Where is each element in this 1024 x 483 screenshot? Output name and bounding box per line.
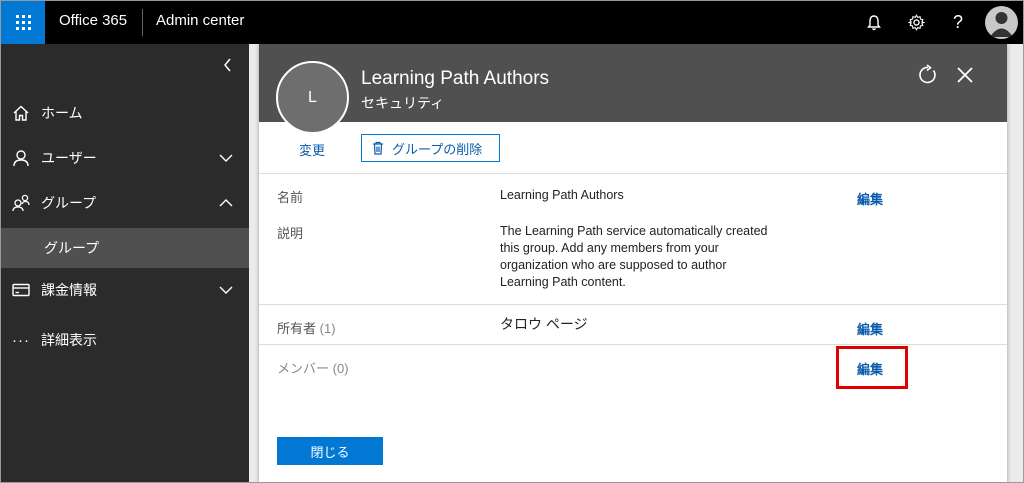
top-bar: Office 365 Admin center ? xyxy=(1,1,1023,44)
user-icon xyxy=(1,149,41,167)
close-button[interactable]: 閉じる xyxy=(277,437,383,465)
description-value: The Learning Path service automatically … xyxy=(500,223,768,291)
description-line: this group. Add any members from your xyxy=(500,241,719,255)
delete-group-label: グループの削除 xyxy=(392,141,483,157)
name-label: 名前 xyxy=(277,190,304,205)
owners-value: タロウ ページ xyxy=(500,316,588,332)
chevron-down-icon xyxy=(219,286,233,294)
sidebar-item-show-more[interactable]: ··· 詳細表示 xyxy=(1,318,249,362)
members-label: メンバー (0) xyxy=(277,358,349,377)
sidebar-item-label: 詳細表示 xyxy=(41,332,97,348)
app-launcher-icon[interactable] xyxy=(1,1,45,44)
trash-icon xyxy=(373,141,383,155)
refresh-icon[interactable] xyxy=(917,64,939,86)
members-count: (0) xyxy=(332,361,349,376)
panel-title: Learning Path Authors xyxy=(361,68,550,89)
user-avatar-icon[interactable] xyxy=(985,6,1018,39)
sidebar-item-groups[interactable]: グループ xyxy=(1,181,249,225)
close-icon[interactable] xyxy=(955,65,975,85)
sidebar-item-label: グループ xyxy=(44,240,100,256)
description-line: organization who are supposed to author xyxy=(500,258,727,272)
name-value: Learning Path Authors xyxy=(500,188,624,202)
description-label: 説明 xyxy=(277,226,304,241)
change-button[interactable]: 変更 xyxy=(299,140,325,159)
description-line: The Learning Path service automatically … xyxy=(500,224,768,238)
home-icon xyxy=(1,104,41,122)
app-frame: Office 365 Admin center ? ホーム ユーザー グループ … xyxy=(0,0,1024,483)
divider xyxy=(259,344,1007,345)
sidebar: ホーム ユーザー グループ グループ 課金情報 ··· 詳細表示 xyxy=(1,44,249,482)
sidebar-item-label: ホーム xyxy=(41,105,83,121)
gear-icon[interactable] xyxy=(896,1,936,44)
group-avatar: L xyxy=(276,61,349,134)
owners-label-text: 所有者 xyxy=(277,321,317,336)
sidebar-item-users[interactable]: ユーザー xyxy=(1,136,249,180)
divider xyxy=(259,304,1007,305)
help-icon[interactable]: ? xyxy=(938,1,978,44)
sidebar-item-home[interactable]: ホーム xyxy=(1,91,249,135)
group-detail-panel: Learning Path Authors セキュリティ L 変更 グループの削… xyxy=(259,44,1007,482)
highlight-box xyxy=(836,346,908,389)
members-label-text: メンバー xyxy=(277,361,330,376)
divider xyxy=(259,173,1007,174)
group-icon xyxy=(1,194,41,212)
app-name: Admin center xyxy=(156,12,245,29)
sidebar-item-billing[interactable]: 課金情報 xyxy=(1,268,249,312)
delete-group-button[interactable]: グループの削除 xyxy=(361,134,500,162)
edit-owners-link[interactable]: 編集 xyxy=(857,319,883,338)
owners-count: (1) xyxy=(319,321,336,336)
bell-icon[interactable] xyxy=(854,1,894,44)
chevron-down-icon xyxy=(219,154,233,162)
description-line: Learning Path content. xyxy=(500,275,626,289)
sidebar-subitem-groups[interactable]: グループ xyxy=(1,228,249,268)
more-icon: ··· xyxy=(12,331,30,349)
brand-title[interactable]: Office 365 xyxy=(59,12,127,29)
topbar-divider xyxy=(142,9,143,36)
panel-header: Learning Path Authors セキュリティ xyxy=(259,44,1007,122)
billing-icon xyxy=(1,283,41,297)
chevron-up-icon xyxy=(219,199,233,207)
edit-name-link[interactable]: 編集 xyxy=(857,189,883,208)
panel-subtitle: セキュリティ xyxy=(361,95,445,111)
collapse-nav-icon[interactable] xyxy=(217,54,239,76)
owners-label: 所有者 (1) xyxy=(277,318,336,337)
